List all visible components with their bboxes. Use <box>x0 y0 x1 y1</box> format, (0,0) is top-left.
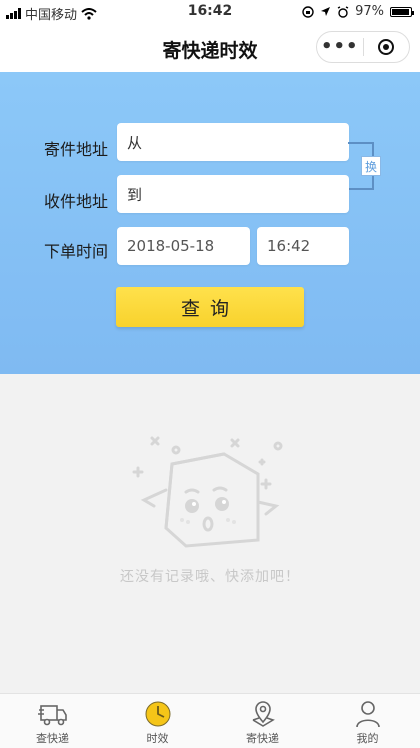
empty-box-illustration <box>132 436 283 548</box>
date-picker[interactable]: 2018-05-18 <box>117 227 250 265</box>
query-panel <box>0 72 420 374</box>
time-picker[interactable]: 16:42 <box>257 227 349 265</box>
swap-button[interactable]: 换 <box>361 156 381 176</box>
tab-send-parcel[interactable]: 寄快递 <box>210 694 315 748</box>
to-address-input[interactable]: 到 <box>117 175 349 213</box>
battery-icon <box>390 6 414 17</box>
lock-rotation-icon <box>302 5 314 18</box>
status-bar: 中国移动 16:42 97% <box>0 0 420 24</box>
mini-program-capsule: ••• <box>316 31 410 63</box>
tab-mine[interactable]: 我的 <box>315 694 420 748</box>
close-circle-icon <box>378 39 395 55</box>
close-button[interactable] <box>363 39 409 55</box>
to-address-label: 收件地址 <box>44 192 109 211</box>
clock-icon <box>145 701 170 727</box>
alarm-icon <box>337 5 349 18</box>
battery-percent: 97% <box>355 4 384 19</box>
more-button[interactable]: ••• <box>317 33 363 61</box>
tab-label: 查快递 <box>36 732 69 745</box>
map-pin-icon <box>252 701 275 727</box>
tab-label: 时效 <box>146 732 169 745</box>
location-arrow-icon <box>321 7 331 16</box>
tab-bar: 查快递 时效 寄快递 我的 <box>0 693 420 748</box>
tab-timing[interactable]: 时效 <box>105 694 210 748</box>
order-time-label: 下单时间 <box>44 242 109 261</box>
truck-icon <box>37 705 67 726</box>
tab-label: 寄快递 <box>246 732 279 745</box>
from-address-input[interactable]: 从 <box>117 123 349 161</box>
navigation-bar: 寄快递时效 ••• <box>0 24 420 72</box>
person-icon <box>355 701 380 728</box>
empty-state-message: 还没有记录哦、快添加吧！ <box>120 569 300 585</box>
from-address-label: 寄件地址 <box>44 140 109 159</box>
tab-label: 我的 <box>356 732 379 745</box>
tab-track-parcel[interactable]: 查快递 <box>0 694 105 748</box>
query-button[interactable]: 查询 <box>116 287 304 327</box>
